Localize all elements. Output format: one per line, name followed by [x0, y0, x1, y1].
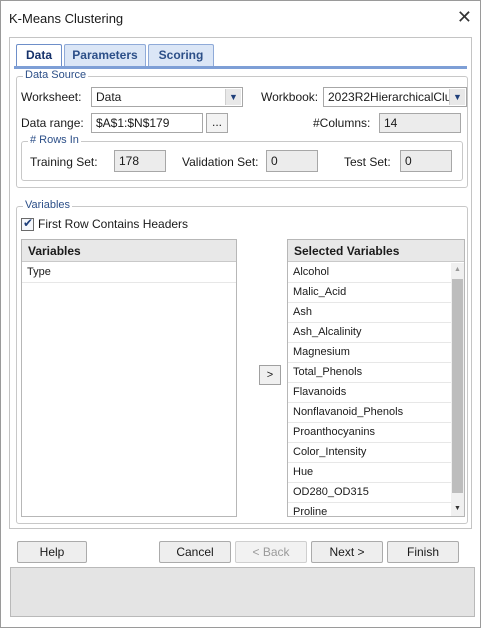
data-range-field[interactable]: $A$1:$N$179: [91, 113, 203, 133]
close-icon[interactable]: ✕: [457, 7, 472, 27]
data-source-legend: Data Source: [23, 69, 89, 81]
scroll-down-icon[interactable]: ▼: [451, 502, 464, 516]
list-item[interactable]: Ash: [288, 303, 451, 323]
tab-parameters[interactable]: Parameters: [64, 44, 146, 66]
list-item[interactable]: Total_Phenols: [288, 363, 451, 383]
validation-set-label: Validation Set:: [182, 155, 259, 169]
status-panel: [10, 567, 475, 617]
worksheet-select[interactable]: Data ▼: [91, 87, 243, 107]
data-range-browse-button[interactable]: ...: [206, 113, 228, 133]
chevron-down-icon[interactable]: ▼: [449, 89, 465, 105]
selected-variables-header: Selected Variables: [288, 240, 464, 262]
list-item[interactable]: Malic_Acid: [288, 283, 451, 303]
available-variables-header: Variables: [22, 240, 236, 262]
data-range-label: Data range:: [21, 116, 84, 130]
list-item[interactable]: Flavanoids: [288, 383, 451, 403]
finish-button[interactable]: Finish: [387, 541, 459, 563]
worksheet-value: Data: [96, 90, 122, 104]
list-item[interactable]: Proline: [288, 503, 451, 516]
list-item[interactable]: Color_Intensity: [288, 443, 451, 463]
list-item[interactable]: Proanthocyanins: [288, 423, 451, 443]
columns-label: #Columns:: [313, 116, 371, 130]
training-set-field: 178: [114, 150, 166, 172]
variables-group: Variables ✔ First Row Contains Headers V…: [16, 199, 468, 524]
workbook-label: Workbook:: [261, 90, 319, 104]
list-item[interactable]: Hue: [288, 463, 451, 483]
list-item[interactable]: Magnesium: [288, 343, 451, 363]
help-button[interactable]: Help: [17, 541, 87, 563]
kmeans-dialog: K-Means Clustering ✕ Data Parameters Sco…: [0, 0, 481, 628]
move-right-button[interactable]: >: [259, 365, 281, 385]
title-bar: K-Means Clustering ✕: [1, 1, 480, 37]
list-item[interactable]: Type: [22, 263, 236, 283]
first-row-headers-label[interactable]: First Row Contains Headers: [38, 217, 188, 231]
back-button[interactable]: < Back: [235, 541, 307, 563]
next-button[interactable]: Next >: [311, 541, 383, 563]
test-set-label: Test Set:: [344, 155, 391, 169]
chevron-down-icon[interactable]: ▼: [225, 89, 241, 105]
validation-set-field: 0: [266, 150, 318, 172]
scroll-up-icon[interactable]: ▲: [451, 263, 464, 277]
first-row-headers-checkbox[interactable]: ✔: [21, 216, 34, 231]
tab-scoring[interactable]: Scoring: [148, 44, 214, 66]
available-variables-list[interactable]: Variables Type: [21, 239, 237, 517]
tab-data[interactable]: Data: [16, 44, 62, 68]
worksheet-label: Worksheet:: [21, 90, 82, 104]
selected-variables-list[interactable]: Selected Variables Alcohol Malic_Acid Ash A…: [287, 239, 465, 517]
window-title: K-Means Clustering: [9, 11, 124, 26]
rows-in-group: # Rows In Training Set: 178 Validation S…: [21, 134, 463, 181]
workbook-select[interactable]: 2023R2HierarchicalClu: ▼: [323, 87, 467, 107]
cancel-button[interactable]: Cancel: [159, 541, 231, 563]
columns-field: 14: [379, 113, 461, 133]
test-set-field: 0: [400, 150, 452, 172]
list-item[interactable]: Ash_Alcalinity: [288, 323, 451, 343]
list-item[interactable]: Alcohol: [288, 263, 451, 283]
variables-legend: Variables: [23, 199, 73, 211]
checkmark-icon: ✔: [23, 216, 34, 230]
scroll-thumb[interactable]: [452, 279, 463, 493]
training-set-label: Training Set:: [30, 155, 98, 169]
list-item[interactable]: OD280_OD315: [288, 483, 451, 503]
data-source-group: Data Source Worksheet: Data ▼ Workbook: …: [16, 69, 468, 188]
rows-in-legend: # Rows In: [28, 134, 81, 146]
selected-list-scrollbar[interactable]: ▲ ▼: [451, 263, 464, 516]
workbook-value: 2023R2HierarchicalClu:: [328, 90, 455, 104]
dialog-body: Data Parameters Scoring Data Source Work…: [9, 37, 472, 529]
list-item[interactable]: Nonflavanoid_Phenols: [288, 403, 451, 423]
